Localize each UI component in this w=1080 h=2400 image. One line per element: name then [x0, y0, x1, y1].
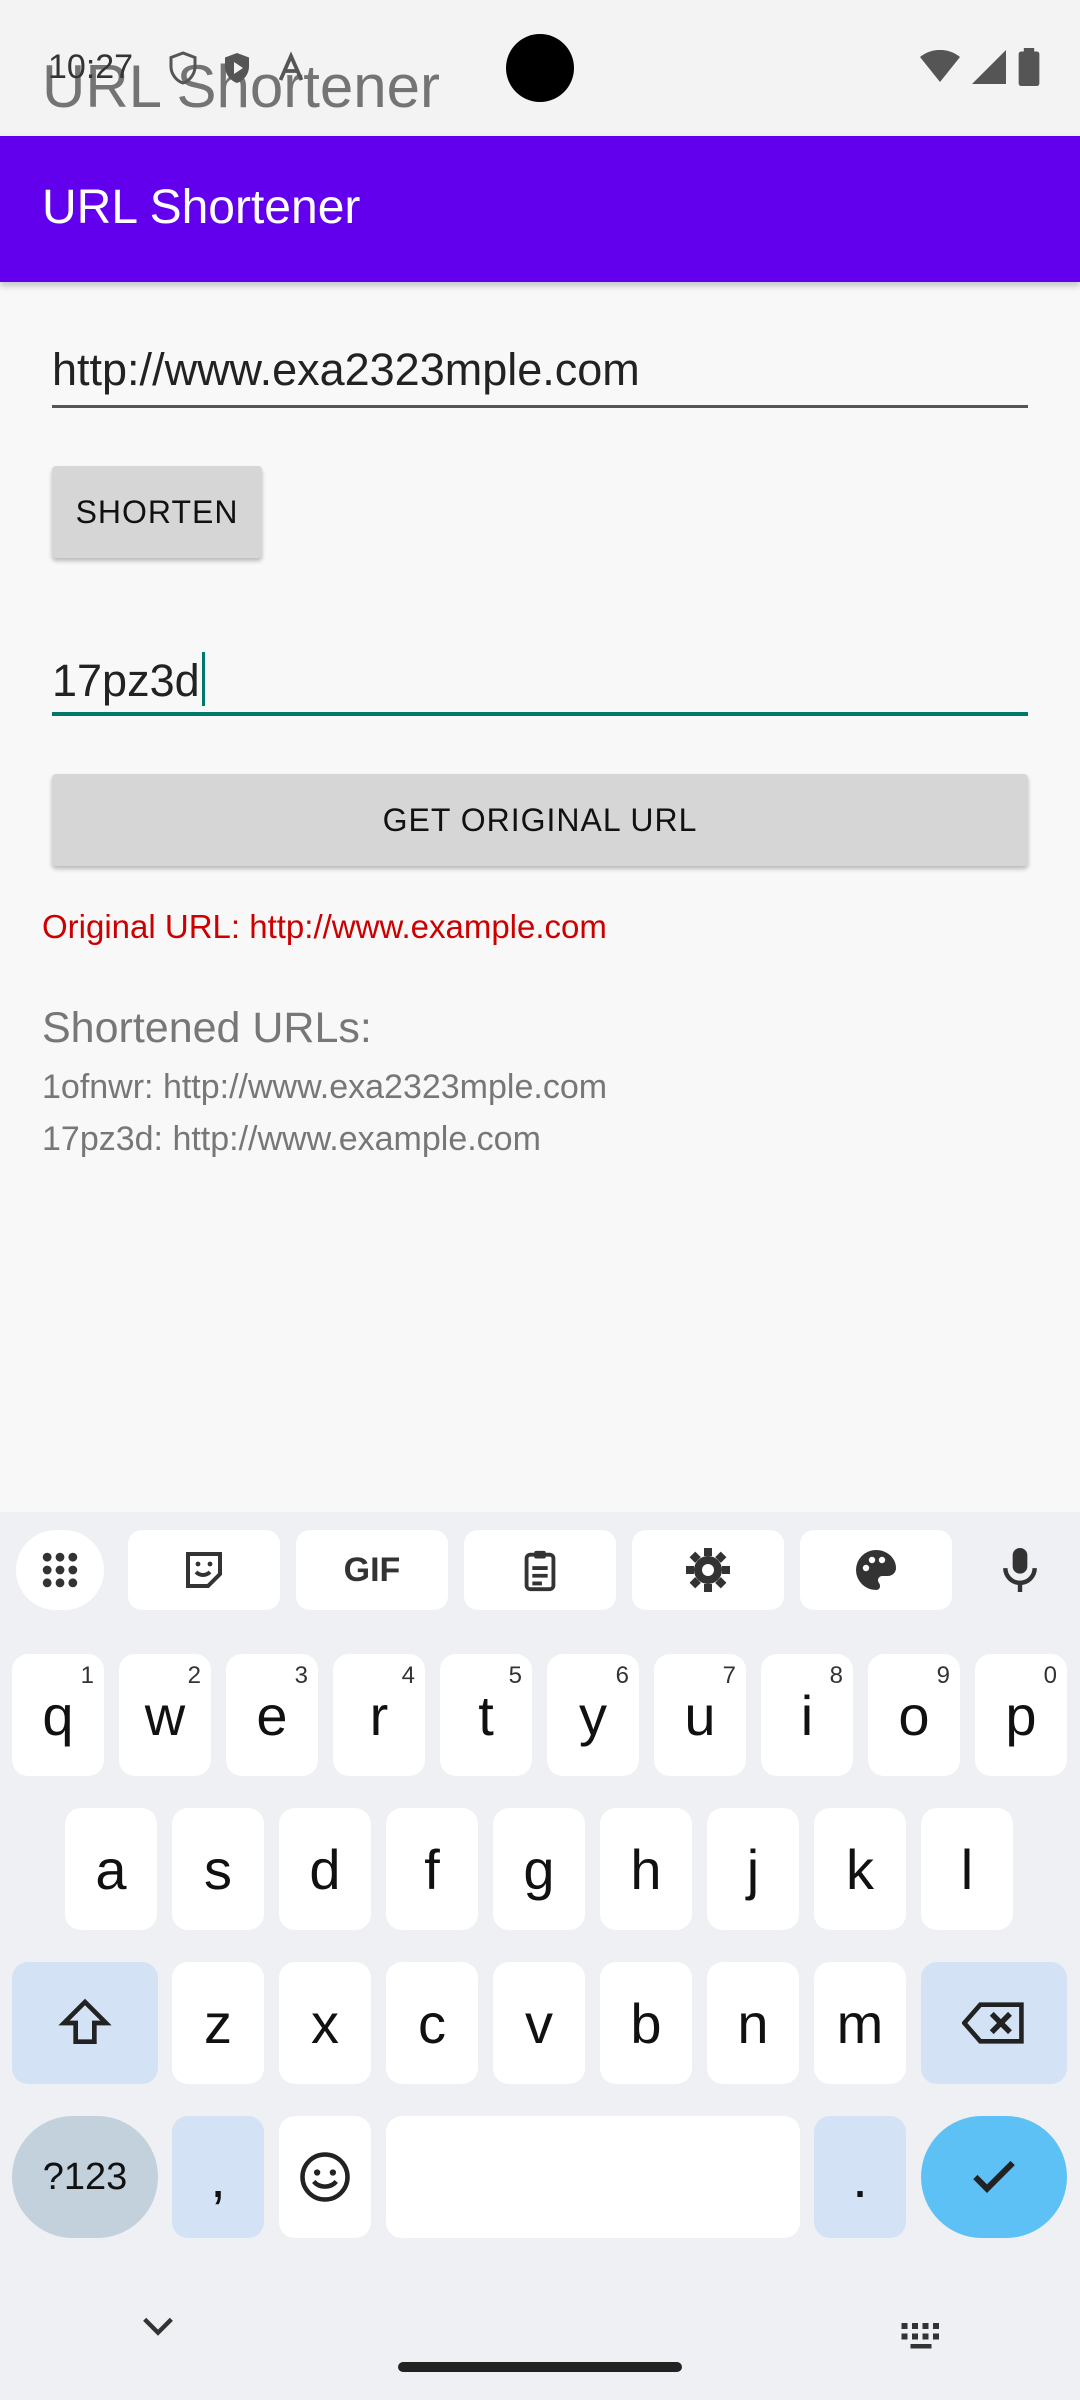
key-label: t: [478, 1683, 494, 1747]
key-label: w: [144, 1683, 186, 1747]
space-key[interactable]: [386, 2116, 800, 2238]
shield-icon: [165, 50, 201, 91]
checkmark-icon: [973, 2160, 1015, 2193]
key-label: q: [42, 1683, 74, 1747]
emoji-icon: [300, 2152, 350, 2202]
key-hint: 7: [722, 1662, 736, 1689]
shortened-url-item: 1ofnwr: http://www.exa2323mple.com: [42, 1068, 608, 1106]
screen: URL Shortener 10:27 URL Shortener http:/…: [0, 0, 1080, 2400]
shift-icon: [58, 1998, 112, 2044]
key-s[interactable]: s: [172, 1808, 264, 1930]
camera-cutout: [506, 34, 574, 102]
play-protect-icon: [219, 50, 255, 91]
key-y[interactable]: y6: [547, 1654, 639, 1776]
backspace-icon: [962, 2002, 1024, 2044]
settings-gear-icon[interactable]: [632, 1530, 784, 1610]
key-g[interactable]: g: [493, 1808, 585, 1930]
key-hint: 4: [401, 1662, 415, 1689]
palette-icon[interactable]: [800, 1530, 952, 1610]
key-n[interactable]: n: [707, 1962, 799, 2084]
sticker-icon[interactable]: [128, 1530, 280, 1610]
key-r[interactable]: r4: [333, 1654, 425, 1776]
key-x[interactable]: x: [279, 1962, 371, 2084]
app-bar: URL Shortener: [0, 136, 1080, 282]
system-icons: [920, 48, 1040, 91]
apps-grid-icon[interactable]: [16, 1530, 104, 1610]
key-b[interactable]: b: [600, 1962, 692, 2084]
key-v[interactable]: v: [493, 1962, 585, 2084]
clipboard-icon[interactable]: [464, 1530, 616, 1610]
signal-icon: [972, 50, 1006, 89]
key-w[interactable]: w2: [119, 1654, 211, 1776]
key-hint: 5: [508, 1662, 522, 1689]
key-hint: 3: [294, 1662, 308, 1689]
key-label: u: [684, 1683, 716, 1747]
keyboard-switch-icon[interactable]: [898, 2320, 944, 2355]
url-input[interactable]: http://www.exa2323mple.com: [52, 338, 1028, 408]
short-code-input-content: 17pz3d: [52, 652, 205, 707]
done-key[interactable]: [921, 2116, 1067, 2238]
backspace-key[interactable]: [921, 1962, 1067, 2084]
original-url-result: Original URL: http://www.example.com: [42, 908, 607, 945]
shorten-button[interactable]: SHORTEN: [52, 466, 262, 558]
battery-icon: [1018, 48, 1040, 91]
key-d[interactable]: d: [279, 1808, 371, 1930]
get-original-url-button[interactable]: GET ORIGINAL URL: [52, 774, 1028, 866]
comma-key[interactable]: ,: [172, 2116, 264, 2238]
key-hint: 6: [615, 1662, 629, 1689]
short-code-input-value: 17pz3d: [52, 655, 200, 706]
status-time: 10:27: [48, 48, 134, 86]
key-a[interactable]: a: [65, 1808, 157, 1930]
url-input-value: http://www.exa2323mple.com: [52, 344, 640, 395]
key-l[interactable]: l: [921, 1808, 1013, 1930]
shift-key[interactable]: [12, 1962, 158, 2084]
key-hint: 1: [80, 1662, 94, 1689]
period-key[interactable]: .: [814, 2116, 906, 2238]
short-code-input[interactable]: 17pz3d: [52, 646, 1028, 716]
soft-keyboard: GIF q1 w2 e3 r4 t5 y6 u7 i8 o9 p0 a s d …: [0, 1512, 1080, 2400]
symbols-key[interactable]: ?123: [12, 2116, 158, 2238]
key-c[interactable]: c: [386, 1962, 478, 2084]
key-t[interactable]: t5: [440, 1654, 532, 1776]
font-a-icon: [273, 50, 309, 91]
key-h[interactable]: h: [600, 1808, 692, 1930]
microphone-icon[interactable]: [980, 1530, 1060, 1610]
home-gesture-bar[interactable]: [398, 2362, 682, 2372]
key-f[interactable]: f: [386, 1808, 478, 1930]
shortened-urls-title: Shortened URLs:: [42, 1004, 372, 1052]
key-i[interactable]: i8: [761, 1654, 853, 1776]
key-hint: 0: [1043, 1662, 1057, 1689]
key-hint: 8: [829, 1662, 843, 1689]
key-label: y: [579, 1683, 607, 1747]
key-label: o: [898, 1683, 930, 1747]
emoji-key[interactable]: [279, 2116, 371, 2238]
hide-keyboard-chevron-icon[interactable]: [138, 2312, 178, 2345]
key-label: e: [256, 1683, 288, 1747]
key-label: r: [369, 1683, 389, 1747]
gif-button[interactable]: GIF: [296, 1530, 448, 1610]
key-p[interactable]: p0: [975, 1654, 1067, 1776]
wifi-icon: [920, 49, 960, 89]
key-u[interactable]: u7: [654, 1654, 746, 1776]
key-k[interactable]: k: [814, 1808, 906, 1930]
app-title: URL Shortener: [42, 181, 361, 234]
key-q[interactable]: q1: [12, 1654, 104, 1776]
shortened-url-item: 17pz3d: http://www.example.com: [42, 1120, 541, 1158]
key-m[interactable]: m: [814, 1962, 906, 2084]
text-cursor: [201, 652, 205, 706]
status-bar: URL Shortener 10:27: [0, 0, 1080, 136]
key-j[interactable]: j: [707, 1808, 799, 1930]
key-z[interactable]: z: [172, 1962, 264, 2084]
key-hint: 9: [936, 1662, 950, 1689]
notification-icons: [165, 50, 309, 91]
key-label: p: [1005, 1683, 1037, 1747]
key-label: i: [800, 1683, 814, 1747]
key-e[interactable]: e3: [226, 1654, 318, 1776]
key-o[interactable]: o9: [868, 1654, 960, 1776]
key-hint: 2: [187, 1662, 201, 1689]
